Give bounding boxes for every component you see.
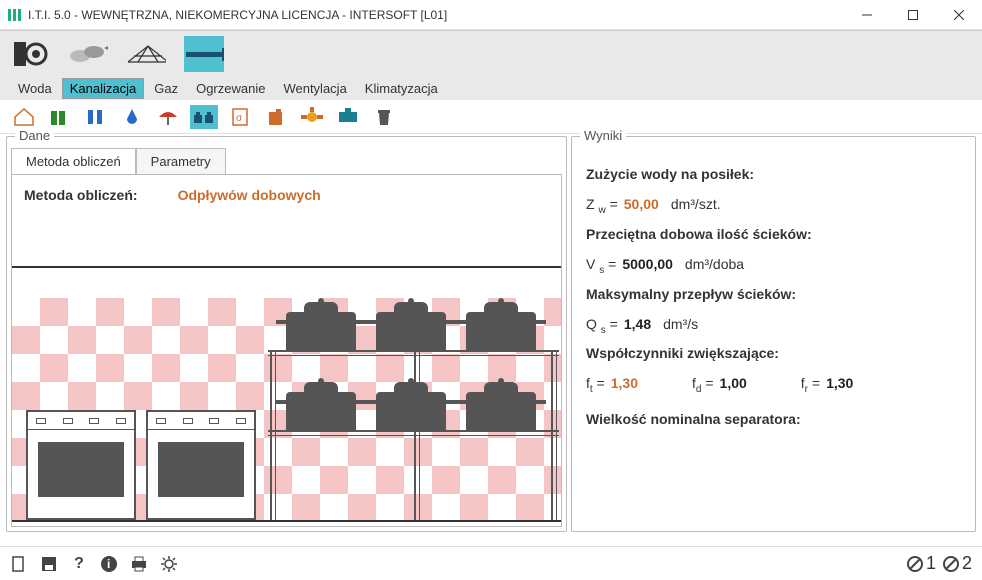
r1-heading: Zużycie wody na posiłek: xyxy=(586,166,961,182)
tool-pipe-icon[interactable] xyxy=(184,36,224,72)
fr-value: 1,30 xyxy=(826,375,853,391)
maximize-button[interactable] xyxy=(890,0,936,30)
sub-doc-icon[interactable]: σ xyxy=(226,105,254,129)
tab-body: Metoda obliczeń: Odpływów dobowych xyxy=(11,174,562,527)
settings-icon[interactable] xyxy=(160,555,178,573)
results-body: Zużycie wody na posiłek: Z w = 50,00 dm³… xyxy=(572,152,975,445)
r3-value: 1,48 xyxy=(624,316,651,332)
minimize-button[interactable] xyxy=(844,0,890,30)
r2-value: 5000,00 xyxy=(622,256,673,272)
sub-box-icon[interactable] xyxy=(334,105,362,129)
print-icon[interactable] xyxy=(130,555,148,573)
method-label: Metoda obliczeń: xyxy=(24,187,138,203)
info-icon[interactable]: i xyxy=(100,555,118,573)
r3-heading: Maksymalny przepływ ścieków: xyxy=(586,286,961,302)
method-value: Odpływów dobowych xyxy=(178,187,321,203)
menu-woda[interactable]: Woda xyxy=(10,78,60,99)
menu-ogrzewanie[interactable]: Ogrzewanie xyxy=(188,78,273,99)
window-title: I.T.I. 5.0 - WEWNĘTRZNA, NIEKOMERCYJNA L… xyxy=(28,8,844,22)
tool-bricks-icon[interactable] xyxy=(68,36,108,72)
menu-gaz[interactable]: Gaz xyxy=(146,78,186,99)
coef-heading: Współczynniki zwiększające: xyxy=(586,345,961,361)
r2-unit: dm³/doba xyxy=(685,256,744,272)
r3-unit: dm³/s xyxy=(663,316,698,332)
panel-wyniki: Wyniki Zużycie wody na posiłek: Z w = 50… xyxy=(571,136,976,532)
svg-text:σ: σ xyxy=(236,113,243,124)
page2-num: 2 xyxy=(962,553,972,574)
page1-icon[interactable] xyxy=(906,555,924,573)
fd-value: 1,00 xyxy=(720,375,747,391)
r1-value: 50,00 xyxy=(624,196,659,212)
tab-metoda[interactable]: Metoda obliczeń xyxy=(11,148,136,175)
tool-calculator-icon[interactable] xyxy=(10,36,50,72)
panel-dane: Dane Metoda obliczeń Parametry Metoda ob… xyxy=(6,136,567,532)
tab-parametry[interactable]: Parametry xyxy=(136,148,226,175)
sub-trash-icon[interactable] xyxy=(370,105,398,129)
panel-wyniki-title: Wyniki xyxy=(580,128,626,143)
ft-value: 1,30 xyxy=(611,375,638,391)
new-icon[interactable] xyxy=(10,555,28,573)
r4-heading: Wielkość nominalna separatora: xyxy=(586,411,961,427)
svg-text:i: i xyxy=(107,557,110,571)
page2-icon[interactable] xyxy=(942,555,960,573)
help-icon[interactable]: ? xyxy=(70,555,88,573)
tabs: Metoda obliczeń Parametry xyxy=(11,148,566,175)
panel-dane-title: Dane xyxy=(15,128,54,143)
r2-heading: Przeciętna dobowa ilość ścieków: xyxy=(586,226,961,242)
content: Dane Metoda obliczeń Parametry Metoda ob… xyxy=(0,134,982,534)
sub-pillars-icon[interactable] xyxy=(82,105,110,129)
toolbar-sub: σ xyxy=(0,100,982,134)
menu-wentylacja[interactable]: Wentylacja xyxy=(275,78,354,99)
menu-klimatyzacja[interactable]: Klimatyzacja xyxy=(357,78,446,99)
sub-pots-icon[interactable] xyxy=(190,105,218,129)
menubar: Woda Kanalizacja Gaz Ogrzewanie Wentylac… xyxy=(0,76,982,100)
app-icon xyxy=(6,7,22,23)
close-button[interactable] xyxy=(936,0,982,30)
save-icon[interactable] xyxy=(40,555,58,573)
menu-kanalizacja[interactable]: Kanalizacja xyxy=(62,78,145,99)
sub-drop-icon[interactable] xyxy=(118,105,146,129)
sub-valve-icon[interactable] xyxy=(298,105,326,129)
page1-num: 1 xyxy=(926,553,936,574)
toolbar-main xyxy=(0,30,982,76)
sub-umbrella-icon[interactable] xyxy=(154,105,182,129)
kitchen-illustration xyxy=(12,266,561,526)
r1-unit: dm³/szt. xyxy=(671,196,721,212)
sub-house-icon[interactable] xyxy=(10,105,38,129)
titlebar: I.T.I. 5.0 - WEWNĘTRZNA, NIEKOMERCYJNA L… xyxy=(0,0,982,30)
sub-tank-icon[interactable] xyxy=(46,105,74,129)
statusbar: ? i 1 2 xyxy=(0,546,982,580)
tool-truss-icon[interactable] xyxy=(126,36,166,72)
sub-jerrycan-icon[interactable] xyxy=(262,105,290,129)
